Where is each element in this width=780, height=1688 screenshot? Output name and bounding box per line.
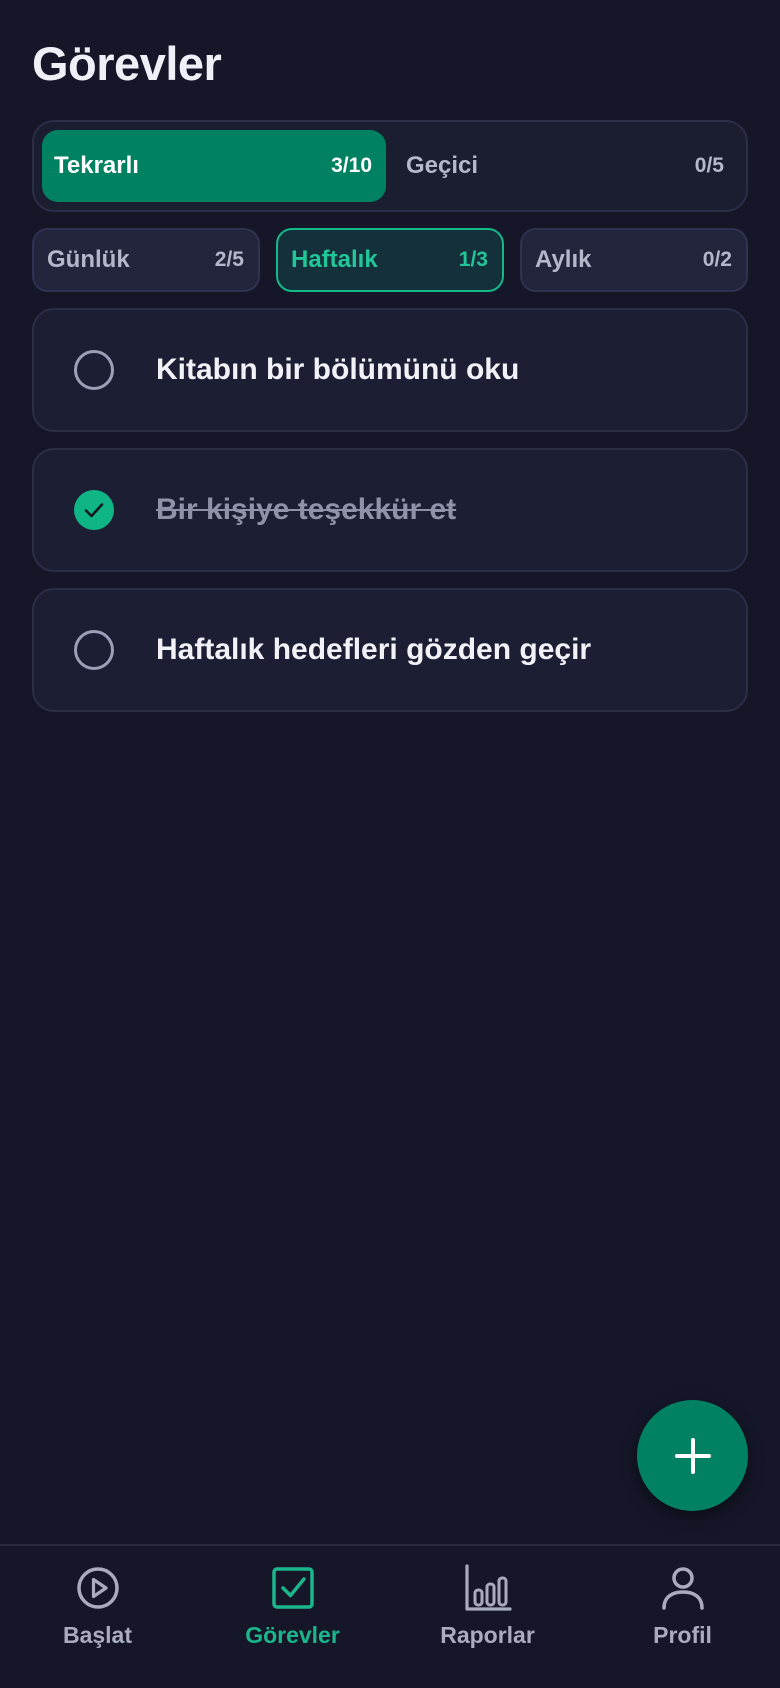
task-text: Kitabın bir bölümünü oku (156, 353, 520, 386)
nav-item-tasks[interactable]: Görevler (195, 1546, 390, 1688)
segment-count: 0/5 (694, 154, 724, 177)
task-text: Bir kişiye teşekkür et (156, 493, 457, 526)
checkbox-checked-icon[interactable] (74, 490, 114, 530)
tasks-screen: Görevler Tekrarlı 3/10 Geçici 0/5 Günlük… (0, 0, 780, 1688)
period-count: 0/2 (702, 248, 732, 271)
checkbox-unchecked-icon[interactable] (74, 630, 114, 670)
nav-label: Profil (653, 1622, 712, 1648)
task-item[interactable]: Haftalık hedefleri gözden geçir (32, 588, 748, 712)
period-label: Haftalık (291, 246, 378, 273)
period-label: Günlük (47, 246, 130, 273)
nav-item-start[interactable]: Başlat (0, 1546, 195, 1688)
nav-item-reports[interactable]: Raporlar (390, 1546, 585, 1688)
period-label: Aylık (535, 246, 592, 273)
segment-label: Geçici (406, 152, 479, 179)
bar-chart-icon (464, 1564, 512, 1611)
checkbox-icon (271, 1567, 314, 1609)
segment-recurring[interactable]: Tekrarlı 3/10 (42, 130, 386, 202)
play-circle-icon (76, 1567, 119, 1609)
plus-icon (674, 1437, 711, 1474)
period-filter-weekly[interactable]: Haftalık 1/3 (276, 228, 504, 292)
checkbox-unchecked-icon[interactable] (74, 350, 114, 390)
page-title: Görevler (32, 37, 222, 90)
nav-label: Başlat (62, 1622, 133, 1648)
task-item[interactable]: Bir kişiye teşekkür et (32, 448, 748, 572)
segment-label: Tekrarlı (54, 152, 139, 179)
bottom-navigation: Başlat Görevler Raporlar Profil (0, 1544, 780, 1688)
checkmark-icon (84, 503, 104, 518)
task-item[interactable]: Kitabın bir bölümünü oku (32, 308, 748, 432)
period-filter-monthly[interactable]: Aylık 0/2 (520, 228, 748, 292)
add-task-button[interactable] (637, 1400, 748, 1511)
nav-label: Görevler (245, 1622, 340, 1648)
nav-label: Raporlar (440, 1622, 535, 1648)
task-type-segmented-control: Tekrarlı 3/10 Geçici 0/5 (32, 120, 748, 212)
nav-item-profile[interactable]: Profil (585, 1546, 780, 1688)
person-icon (661, 1567, 704, 1610)
segment-count: 3/10 (331, 154, 372, 177)
period-filter-daily[interactable]: Günlük 2/5 (32, 228, 260, 292)
task-text: Haftalık hedefleri gözden geçir (156, 633, 592, 666)
segment-temporary[interactable]: Geçici 0/5 (394, 130, 738, 202)
period-count: 1/3 (458, 248, 488, 271)
period-count: 2/5 (214, 248, 244, 271)
